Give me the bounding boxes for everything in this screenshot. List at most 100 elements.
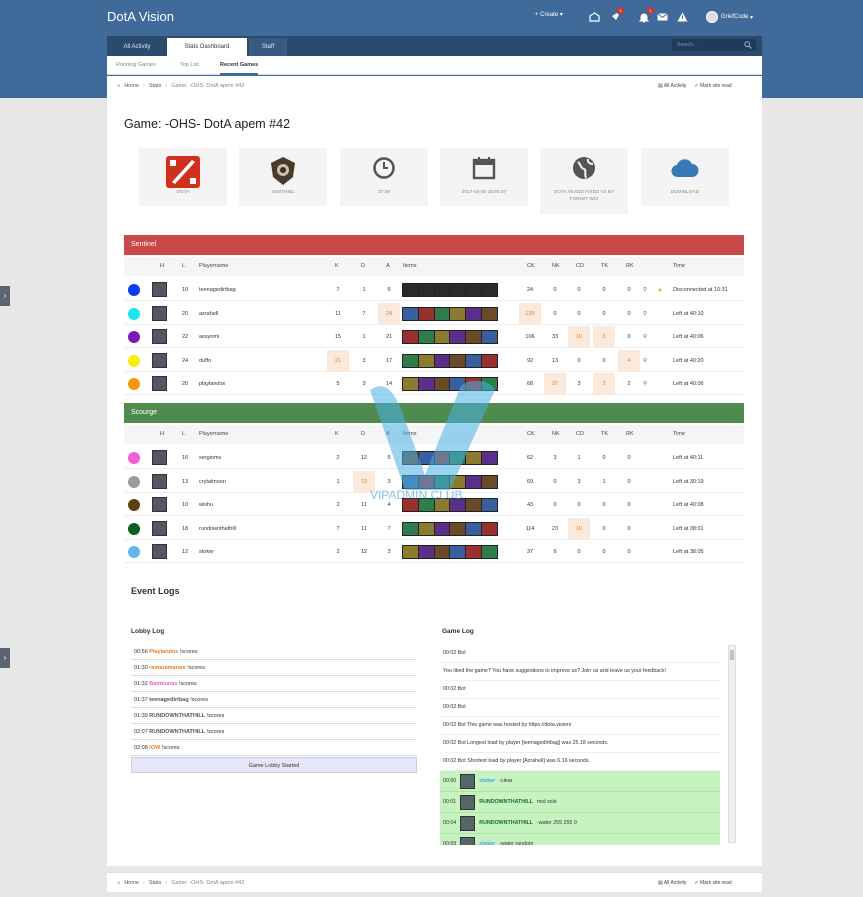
item-slots xyxy=(402,353,498,368)
warning-icon xyxy=(676,11,688,23)
hero-avatar xyxy=(460,773,476,789)
hero-portrait[interactable] xyxy=(152,544,167,559)
reports-button[interactable] xyxy=(676,11,688,23)
player-name[interactable]: crytalmoon xyxy=(199,471,226,493)
column-header-h[interactable]: H xyxy=(160,263,164,269)
column-header-cd[interactable]: CD xyxy=(576,263,584,269)
tab-staff[interactable]: Staff xyxy=(249,38,287,56)
player-name[interactable]: playlandox xyxy=(199,373,225,395)
column-header-time[interactable]: Time xyxy=(673,263,685,269)
player-name[interactable]: rundownthathill xyxy=(199,518,236,540)
messages-button[interactable] xyxy=(656,11,668,23)
log-player[interactable]: IOW xyxy=(149,745,160,751)
mark-read-link[interactable]: ✓ Mark site read xyxy=(694,83,731,89)
column-header-a[interactable]: A xyxy=(386,263,390,269)
hero-portrait[interactable] xyxy=(152,376,167,391)
side-expand-tab[interactable]: › xyxy=(0,648,10,668)
search-icon[interactable] xyxy=(744,41,752,49)
footer-breadcrumb: ⌂ Home › Stats › Game: -OHS- DotA apem #42 xyxy=(117,880,244,886)
cloud-download-icon[interactable] xyxy=(671,158,699,178)
all-activity-link[interactable]: ▤ All Activity xyxy=(658,880,686,886)
player-name[interactable]: teenagedirtbag xyxy=(199,279,236,301)
subtab-recent-games[interactable]: Recent Games xyxy=(220,56,259,75)
log-player[interactable]: teenagedirtbag xyxy=(149,697,188,703)
column-header-playername[interactable]: Playername xyxy=(199,263,228,269)
log-player[interactable]: stoker xyxy=(479,778,495,784)
breadcrumb-home[interactable]: Home xyxy=(124,880,139,886)
log-player[interactable]: Playlandox xyxy=(149,649,178,655)
bell-button[interactable]: 1 xyxy=(638,7,654,23)
column-header-d[interactable]: D xyxy=(361,263,365,269)
column-header-items[interactable]: Items xyxy=(403,263,416,269)
brand-logo[interactable]: DotA Vision xyxy=(107,9,174,24)
tab-stats-dashboard[interactable]: Stats Dashboard xyxy=(167,38,247,56)
log-message: !scores xyxy=(177,681,197,687)
game-log-scrollbar[interactable] xyxy=(728,645,736,843)
hero-portrait[interactable] xyxy=(152,497,167,512)
player-name[interactable]: wishu xyxy=(199,494,213,516)
hero-portrait[interactable] xyxy=(152,450,167,465)
column-header-time[interactable]: Time xyxy=(673,431,685,437)
creep-denies-cell: 0 xyxy=(577,287,581,293)
column-header-k[interactable]: K xyxy=(335,263,339,269)
tab-all-activity[interactable]: All Activity xyxy=(107,38,167,56)
log-player[interactable]: stoker xyxy=(479,841,495,845)
search-input[interactable]: Search... xyxy=(672,39,756,51)
log-player[interactable]: ramaramaram xyxy=(149,665,185,671)
subtab-top-list[interactable]: Top List xyxy=(180,56,199,75)
column-header-ck[interactable]: CK xyxy=(527,431,535,437)
column-header-nk[interactable]: NK xyxy=(552,263,560,269)
column-header-nk[interactable]: NK xyxy=(552,431,560,437)
item-icon xyxy=(482,546,497,558)
column-header-l[interactable]: L xyxy=(182,263,185,269)
breadcrumb-stats[interactable]: Stats xyxy=(149,83,162,89)
column-header-tk[interactable]: TK xyxy=(601,431,608,437)
column-header-h[interactable]: H xyxy=(160,431,164,437)
hero-portrait[interactable] xyxy=(152,352,167,368)
hero-avatar xyxy=(460,836,476,845)
mark-read-link[interactable]: ✓ Mark site read xyxy=(694,880,731,886)
player-name[interactable]: stoker xyxy=(199,541,214,563)
player-name[interactable]: assyomi xyxy=(199,326,219,348)
item-icon xyxy=(434,307,450,320)
column-header-rk[interactable]: RK xyxy=(626,431,634,437)
column-header-cd[interactable]: CD xyxy=(576,431,584,437)
all-activity-link[interactable]: ▤ All Activity xyxy=(658,83,686,89)
subtab-running-games[interactable]: Running Games xyxy=(116,56,156,75)
hero-portrait[interactable] xyxy=(152,520,167,536)
breadcrumb-stats[interactable]: Stats xyxy=(149,880,162,886)
rax-kills-cell: 0 xyxy=(627,549,631,555)
hero-portrait[interactable] xyxy=(152,305,167,321)
side-expand-tab[interactable]: › xyxy=(0,286,10,306)
column-header-rk[interactable]: RK xyxy=(626,263,634,269)
column-header-k[interactable]: K xyxy=(335,431,339,437)
player-name[interactable]: duffo xyxy=(199,350,211,372)
mark-read-label: Mark site read xyxy=(699,83,732,89)
column-header-ck[interactable]: CK xyxy=(527,263,535,269)
create-button[interactable]: + Create ▾ xyxy=(535,11,563,19)
log-time: 00:56 xyxy=(134,649,150,655)
hero-portrait[interactable] xyxy=(152,473,167,489)
inbox-button[interactable] xyxy=(588,11,600,23)
item-icon xyxy=(403,522,418,535)
hero-portrait[interactable] xyxy=(152,329,167,344)
log-player[interactable]: RUNDOWNTHATHILL xyxy=(479,820,533,826)
log-player[interactable]: RUNDOWNTHATHILL xyxy=(149,713,205,719)
log-message: -water random xyxy=(499,841,534,845)
scrollbar-thumb[interactable] xyxy=(730,650,734,660)
column-header-tk[interactable]: TK xyxy=(601,263,608,269)
log-player[interactable]: RUNDOWNTHATHILL xyxy=(149,729,205,735)
item-icon xyxy=(418,522,434,535)
player-name[interactable]: azrahell xyxy=(199,303,218,325)
column-header-playername[interactable]: Playername xyxy=(199,431,228,437)
card-download[interactable]: DOWNLOAD xyxy=(641,148,729,206)
breadcrumb-home[interactable]: Home xyxy=(124,83,139,89)
column-header-l[interactable]: L xyxy=(182,431,185,437)
player-name[interactable]: sergiomv xyxy=(199,447,221,469)
user-menu[interactable]: GriefCode ▾ xyxy=(706,11,753,23)
log-player[interactable]: Bambunas xyxy=(149,681,177,687)
hero-portrait[interactable] xyxy=(152,282,167,297)
notifications-rocket-button[interactable]: 1 xyxy=(608,7,624,23)
log-player[interactable]: RUNDOWNTHATHILL xyxy=(479,799,533,805)
time-cell: Left at 40:10 xyxy=(673,310,704,317)
